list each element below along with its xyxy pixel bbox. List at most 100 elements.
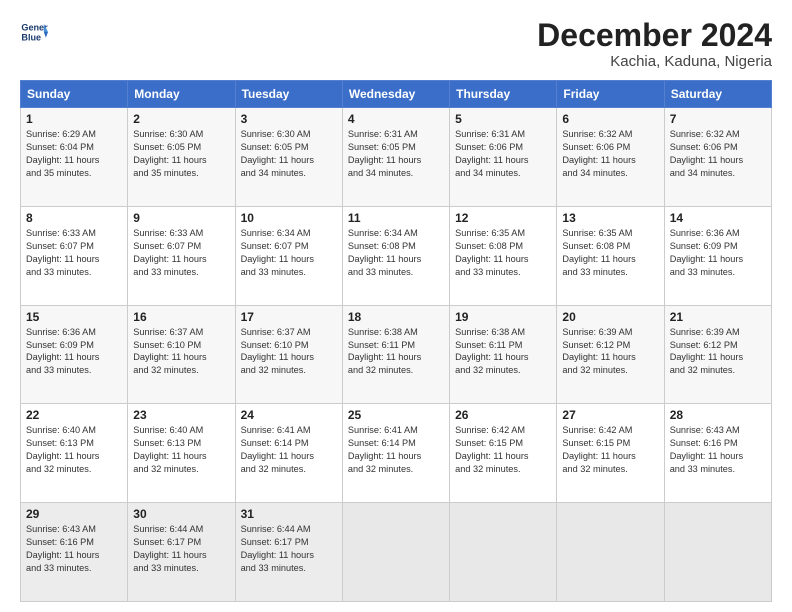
day-info: Sunrise: 6:34 AM Sunset: 6:08 PM Dayligh… xyxy=(348,227,444,279)
table-row: 21 Sunrise: 6:39 AM Sunset: 6:12 PM Dayli… xyxy=(664,305,771,404)
table-row: 23 Sunrise: 6:40 AM Sunset: 6:13 PM Dayli… xyxy=(128,404,235,503)
day-info: Sunrise: 6:42 AM Sunset: 6:15 PM Dayligh… xyxy=(562,424,658,476)
table-row: 3Sunrise: 6:30 AM Sunset: 6:05 PM Daylig… xyxy=(235,108,342,207)
day-info: Sunrise: 6:39 AM Sunset: 6:12 PM Dayligh… xyxy=(670,326,766,378)
calendar-week-row: 22Sunrise: 6:40 AM Sunset: 6:13 PM Dayli… xyxy=(21,404,772,503)
day-number: 1 xyxy=(26,112,122,126)
table-row: 15Sunrise: 6:36 AM Sunset: 6:09 PM Dayli… xyxy=(21,305,128,404)
table-row: 18Sunrise: 6:38 AM Sunset: 6:11 PM Dayli… xyxy=(342,305,449,404)
table-row: 25 Sunrise: 6:41 AM Sunset: 6:14 PM Dayli… xyxy=(342,404,449,503)
day-number: 16 xyxy=(133,310,229,324)
page: General Blue December 2024 Kachia, Kadun… xyxy=(0,0,792,612)
day-info: Sunrise: 6:37 AM Sunset: 6:10 PM Dayligh… xyxy=(133,326,229,378)
col-wednesday: Wednesday xyxy=(342,81,449,108)
table-row: 5Sunrise: 6:31 AM Sunset: 6:06 PM Daylig… xyxy=(450,108,557,207)
day-info: Sunrise: 6:44 AM Sunset: 6:17 PM Dayligh… xyxy=(133,523,229,575)
col-friday: Friday xyxy=(557,81,664,108)
day-info: Sunrise: 6:43 AM Sunset: 6:16 PM Dayligh… xyxy=(26,523,122,575)
table-row: 1 Sunrise: 6:29 AM Sunset: 6:04 PM Daylig… xyxy=(21,108,128,207)
day-number: 30 xyxy=(133,507,229,521)
day-number: 14 xyxy=(670,211,766,225)
svg-text:Blue: Blue xyxy=(21,32,41,42)
table-row: 11 Sunrise: 6:34 AM Sunset: 6:08 PM Dayli… xyxy=(342,206,449,305)
day-number: 9 xyxy=(133,211,229,225)
calendar-header-row: Sunday Monday Tuesday Wednesday Thursday… xyxy=(21,81,772,108)
day-number: 12 xyxy=(455,211,551,225)
table-row xyxy=(664,503,771,602)
day-info: Sunrise: 6:31 AM Sunset: 6:06 PM Dayligh… xyxy=(455,128,551,180)
table-row: 10Sunrise: 6:34 AM Sunset: 6:07 PM Dayli… xyxy=(235,206,342,305)
table-row xyxy=(557,503,664,602)
table-row: 6 Sunrise: 6:32 AM Sunset: 6:06 PM Daylig… xyxy=(557,108,664,207)
day-info: Sunrise: 6:32 AM Sunset: 6:06 PM Dayligh… xyxy=(562,128,658,180)
header: General Blue December 2024 Kachia, Kadun… xyxy=(20,18,772,70)
day-number: 31 xyxy=(241,507,337,521)
day-info: Sunrise: 6:38 AM Sunset: 6:11 PM Dayligh… xyxy=(455,326,551,378)
day-number: 24 xyxy=(241,408,337,422)
day-number: 29 xyxy=(26,507,122,521)
day-info: Sunrise: 6:40 AM Sunset: 6:13 PM Dayligh… xyxy=(26,424,122,476)
day-info: Sunrise: 6:41 AM Sunset: 6:14 PM Dayligh… xyxy=(241,424,337,476)
table-row: 14 Sunrise: 6:36 AM Sunset: 6:09 PM Dayli… xyxy=(664,206,771,305)
day-number: 19 xyxy=(455,310,551,324)
day-number: 4 xyxy=(348,112,444,126)
day-number: 28 xyxy=(670,408,766,422)
calendar-table: Sunday Monday Tuesday Wednesday Thursday… xyxy=(20,80,772,602)
day-number: 2 xyxy=(133,112,229,126)
day-number: 18 xyxy=(348,310,444,324)
day-number: 13 xyxy=(562,211,658,225)
day-number: 25 xyxy=(348,408,444,422)
day-info: Sunrise: 6:41 AM Sunset: 6:14 PM Dayligh… xyxy=(348,424,444,476)
col-sunday: Sunday xyxy=(21,81,128,108)
table-row: 30 Sunrise: 6:44 AM Sunset: 6:17 PM Dayli… xyxy=(128,503,235,602)
table-row xyxy=(450,503,557,602)
day-info: Sunrise: 6:42 AM Sunset: 6:15 PM Dayligh… xyxy=(455,424,551,476)
calendar-week-row: 15Sunrise: 6:36 AM Sunset: 6:09 PM Dayli… xyxy=(21,305,772,404)
col-thursday: Thursday xyxy=(450,81,557,108)
day-info: Sunrise: 6:30 AM Sunset: 6:05 PM Dayligh… xyxy=(133,128,229,180)
day-info: Sunrise: 6:35 AM Sunset: 6:08 PM Dayligh… xyxy=(562,227,658,279)
table-row: 4 Sunrise: 6:31 AM Sunset: 6:05 PM Daylig… xyxy=(342,108,449,207)
table-row: 8Sunrise: 6:33 AM Sunset: 6:07 PM Daylig… xyxy=(21,206,128,305)
table-row: 7 Sunrise: 6:32 AM Sunset: 6:06 PM Daylig… xyxy=(664,108,771,207)
logo: General Blue xyxy=(20,18,48,46)
table-row: 20 Sunrise: 6:39 AM Sunset: 6:12 PM Dayli… xyxy=(557,305,664,404)
day-number: 6 xyxy=(562,112,658,126)
day-info: Sunrise: 6:37 AM Sunset: 6:10 PM Dayligh… xyxy=(241,326,337,378)
table-row: 27Sunrise: 6:42 AM Sunset: 6:15 PM Dayli… xyxy=(557,404,664,503)
day-info: Sunrise: 6:34 AM Sunset: 6:07 PM Dayligh… xyxy=(241,227,337,279)
day-number: 17 xyxy=(241,310,337,324)
day-number: 11 xyxy=(348,211,444,225)
day-number: 26 xyxy=(455,408,551,422)
col-monday: Monday xyxy=(128,81,235,108)
day-number: 23 xyxy=(133,408,229,422)
table-row: 19 Sunrise: 6:38 AM Sunset: 6:11 PM Dayli… xyxy=(450,305,557,404)
table-row: 17 Sunrise: 6:37 AM Sunset: 6:10 PM Dayli… xyxy=(235,305,342,404)
calendar-week-row: 1 Sunrise: 6:29 AM Sunset: 6:04 PM Daylig… xyxy=(21,108,772,207)
day-info: Sunrise: 6:31 AM Sunset: 6:05 PM Dayligh… xyxy=(348,128,444,180)
day-number: 15 xyxy=(26,310,122,324)
day-info: Sunrise: 6:29 AM Sunset: 6:04 PM Dayligh… xyxy=(26,128,122,180)
col-saturday: Saturday xyxy=(664,81,771,108)
day-info: Sunrise: 6:36 AM Sunset: 6:09 PM Dayligh… xyxy=(670,227,766,279)
day-info: Sunrise: 6:33 AM Sunset: 6:07 PM Dayligh… xyxy=(133,227,229,279)
day-info: Sunrise: 6:40 AM Sunset: 6:13 PM Dayligh… xyxy=(133,424,229,476)
table-row xyxy=(342,503,449,602)
day-info: Sunrise: 6:33 AM Sunset: 6:07 PM Dayligh… xyxy=(26,227,122,279)
day-info: Sunrise: 6:43 AM Sunset: 6:16 PM Dayligh… xyxy=(670,424,766,476)
title-block: December 2024 Kachia, Kaduna, Nigeria xyxy=(537,18,772,70)
table-row: 16 Sunrise: 6:37 AM Sunset: 6:10 PM Dayli… xyxy=(128,305,235,404)
day-info: Sunrise: 6:32 AM Sunset: 6:06 PM Dayligh… xyxy=(670,128,766,180)
day-number: 7 xyxy=(670,112,766,126)
table-row: 26 Sunrise: 6:42 AM Sunset: 6:15 PM Dayli… xyxy=(450,404,557,503)
page-title: December 2024 xyxy=(537,18,772,53)
table-row: 9 Sunrise: 6:33 AM Sunset: 6:07 PM Daylig… xyxy=(128,206,235,305)
day-number: 20 xyxy=(562,310,658,324)
table-row: 31Sunrise: 6:44 AM Sunset: 6:17 PM Dayli… xyxy=(235,503,342,602)
page-subtitle: Kachia, Kaduna, Nigeria xyxy=(537,53,772,70)
col-tuesday: Tuesday xyxy=(235,81,342,108)
day-info: Sunrise: 6:35 AM Sunset: 6:08 PM Dayligh… xyxy=(455,227,551,279)
table-row: 22Sunrise: 6:40 AM Sunset: 6:13 PM Dayli… xyxy=(21,404,128,503)
day-number: 21 xyxy=(670,310,766,324)
day-info: Sunrise: 6:39 AM Sunset: 6:12 PM Dayligh… xyxy=(562,326,658,378)
